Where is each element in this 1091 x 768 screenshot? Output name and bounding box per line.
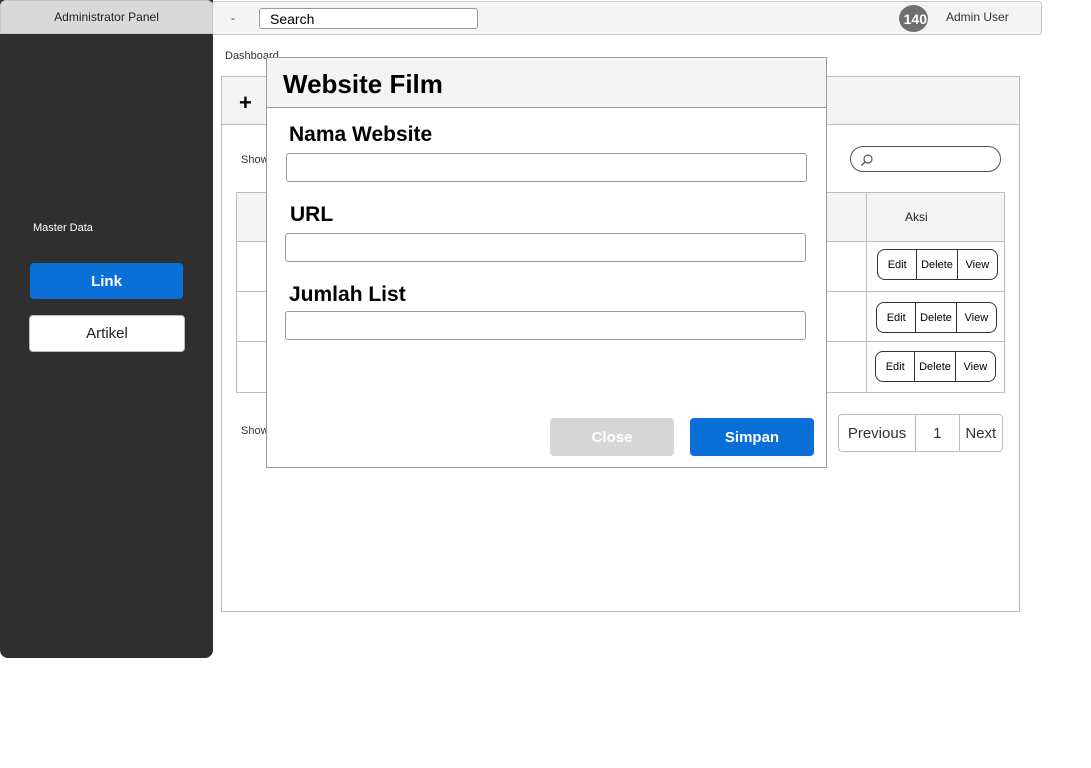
nama-website-input[interactable] [286, 153, 807, 182]
pagination: Previous 1 Next [838, 414, 1003, 452]
show-entries-info: Show [241, 425, 269, 437]
view-button[interactable]: View [958, 250, 997, 279]
save-button[interactable]: Simpan [690, 418, 814, 456]
row-action-group: Edit Delete View [875, 351, 996, 382]
search-icon [861, 154, 873, 166]
user-name[interactable]: Admin User [946, 10, 1009, 24]
delete-button[interactable]: Delete [915, 352, 956, 381]
add-button[interactable]: + [239, 90, 252, 116]
page-1-button[interactable]: 1 [916, 415, 960, 451]
edit-button[interactable]: Edit [876, 352, 916, 381]
modal-dialog [266, 57, 827, 468]
jumlah-list-label: Jumlah List [289, 283, 406, 306]
row-action-group: Edit Delete View [877, 249, 998, 280]
previous-page-button[interactable]: Previous [839, 415, 917, 451]
edit-button[interactable]: Edit [877, 303, 917, 332]
sidebar-section-label: Master Data [33, 222, 93, 234]
url-label: URL [290, 203, 334, 226]
sidebar-title: Administrator Panel [0, 0, 213, 34]
show-entries-label: Show [241, 154, 269, 166]
jumlah-list-input[interactable] [285, 311, 806, 340]
edit-button[interactable]: Edit [878, 250, 918, 279]
search-input[interactable]: Search [259, 8, 478, 29]
sidebar-item-link[interactable]: Link [30, 263, 183, 299]
action-column-header: Aksi [905, 210, 928, 224]
modal-title: Website Film [283, 69, 443, 99]
next-page-button[interactable]: Next [960, 415, 1002, 451]
close-button[interactable]: Close [550, 418, 674, 456]
view-button[interactable]: View [957, 303, 996, 332]
avatar[interactable]: 140 [899, 5, 928, 32]
url-input[interactable] [285, 233, 806, 262]
menu-toggle-button[interactable]: - [231, 11, 235, 25]
row-action-group: Edit Delete View [876, 302, 997, 333]
sidebar-item-artikel[interactable]: Artikel [29, 315, 185, 352]
nama-website-label: Nama Website [289, 123, 433, 146]
delete-button[interactable]: Delete [917, 250, 958, 279]
view-button[interactable]: View [956, 352, 995, 381]
table-column-divider [866, 192, 867, 393]
delete-button[interactable]: Delete [916, 303, 957, 332]
